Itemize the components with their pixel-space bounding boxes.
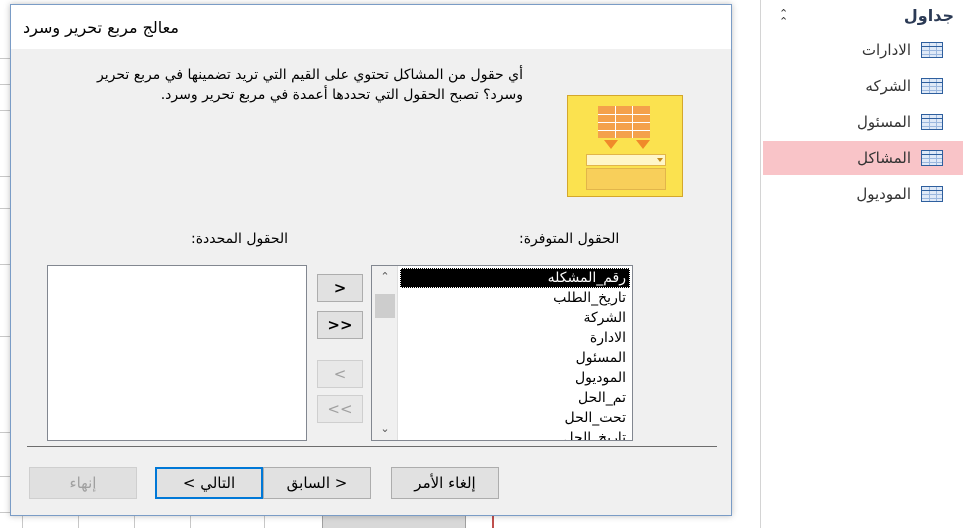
selected-fields-label: الحقول المحددة:	[191, 231, 289, 247]
nav-item-label: الشركه	[865, 77, 911, 95]
finish-button[interactable]: إنهاء	[29, 467, 137, 499]
nav-item-company[interactable]: الشركه	[763, 69, 963, 103]
available-fields-list[interactable]: ⌃ ⌄ رقم_المشكله تاريخ_الطلب الشركة الادا…	[371, 265, 633, 441]
table-icon	[921, 78, 943, 94]
available-fields-items: رقم_المشكله تاريخ_الطلب الشركة الادارة ا…	[400, 268, 630, 440]
remove-all-fields-button[interactable]: <<	[317, 395, 363, 423]
wizard-illustration	[567, 95, 683, 197]
list-item[interactable]: تم_الحل	[400, 388, 630, 408]
dialog-separator	[27, 446, 717, 447]
available-fields-label: الحقول المتوفرة:	[519, 231, 620, 247]
list-scrollbar[interactable]: ⌃ ⌄	[372, 266, 398, 440]
back-button[interactable]: < السابق	[263, 467, 371, 499]
scroll-down-icon[interactable]: ⌄	[372, 418, 398, 440]
collapse-chevron-icon[interactable]: ⌃ ⌃	[779, 8, 788, 27]
table-icon	[921, 114, 943, 130]
nav-item-responsible[interactable]: المسئول	[763, 105, 963, 139]
list-item[interactable]: الموديول	[400, 368, 630, 388]
list-item[interactable]: الشركة	[400, 308, 630, 328]
combo-box-wizard-dialog: معالج مربع تحرير وسرد أي حقول من المشاكل…	[10, 4, 732, 516]
list-item[interactable]: الادارة	[400, 328, 630, 348]
nav-item-label: المسئول	[857, 113, 911, 131]
list-item[interactable]: رقم_المشكله	[400, 268, 630, 288]
cancel-button[interactable]: إلغاء الأمر	[391, 467, 499, 499]
nav-item-label: المشاكل	[857, 149, 911, 167]
combo-box-graphic	[586, 154, 666, 166]
table-grid-graphic	[598, 106, 650, 138]
nav-item-departments[interactable]: الادارات	[763, 33, 963, 67]
add-all-fields-button[interactable]: >>	[317, 311, 363, 339]
arrow-down-icon	[636, 140, 650, 149]
list-item[interactable]: تاريخ_الحل	[400, 428, 630, 440]
dialog-titlebar[interactable]: معالج مربع تحرير وسرد	[11, 5, 731, 49]
selected-fields-list[interactable]	[47, 265, 307, 441]
list-item[interactable]: تاريخ_الطلب	[400, 288, 630, 308]
add-field-button[interactable]: >	[317, 274, 363, 302]
list-item[interactable]: تحت_الحل	[400, 408, 630, 428]
nav-item-problems[interactable]: المشاكل	[763, 141, 963, 175]
list-graphic	[586, 168, 666, 190]
nav-item-label: الموديول	[856, 185, 911, 203]
scroll-up-icon[interactable]: ⌃	[372, 266, 398, 288]
scroll-thumb[interactable]	[375, 294, 395, 318]
navigation-pane: ⌃ ⌃ جداول الادارات الشركه المسئول المشاكل…	[760, 0, 966, 528]
next-button[interactable]: التالي >	[155, 467, 263, 499]
list-item[interactable]: المسئول	[400, 348, 630, 368]
table-icon	[921, 186, 943, 202]
table-icon	[921, 42, 943, 58]
nav-item-label: الادارات	[861, 41, 911, 59]
wizard-instructions: أي حقول من المشاكل تحتوي على القيم التي …	[96, 67, 523, 103]
nav-group-header[interactable]: جداول	[904, 6, 954, 25]
arrow-down-icon	[604, 140, 618, 149]
table-icon	[921, 150, 943, 166]
nav-item-modules[interactable]: الموديول	[763, 177, 963, 211]
remove-field-button[interactable]: <	[317, 360, 363, 388]
dialog-title: معالج مربع تحرير وسرد	[23, 18, 179, 37]
